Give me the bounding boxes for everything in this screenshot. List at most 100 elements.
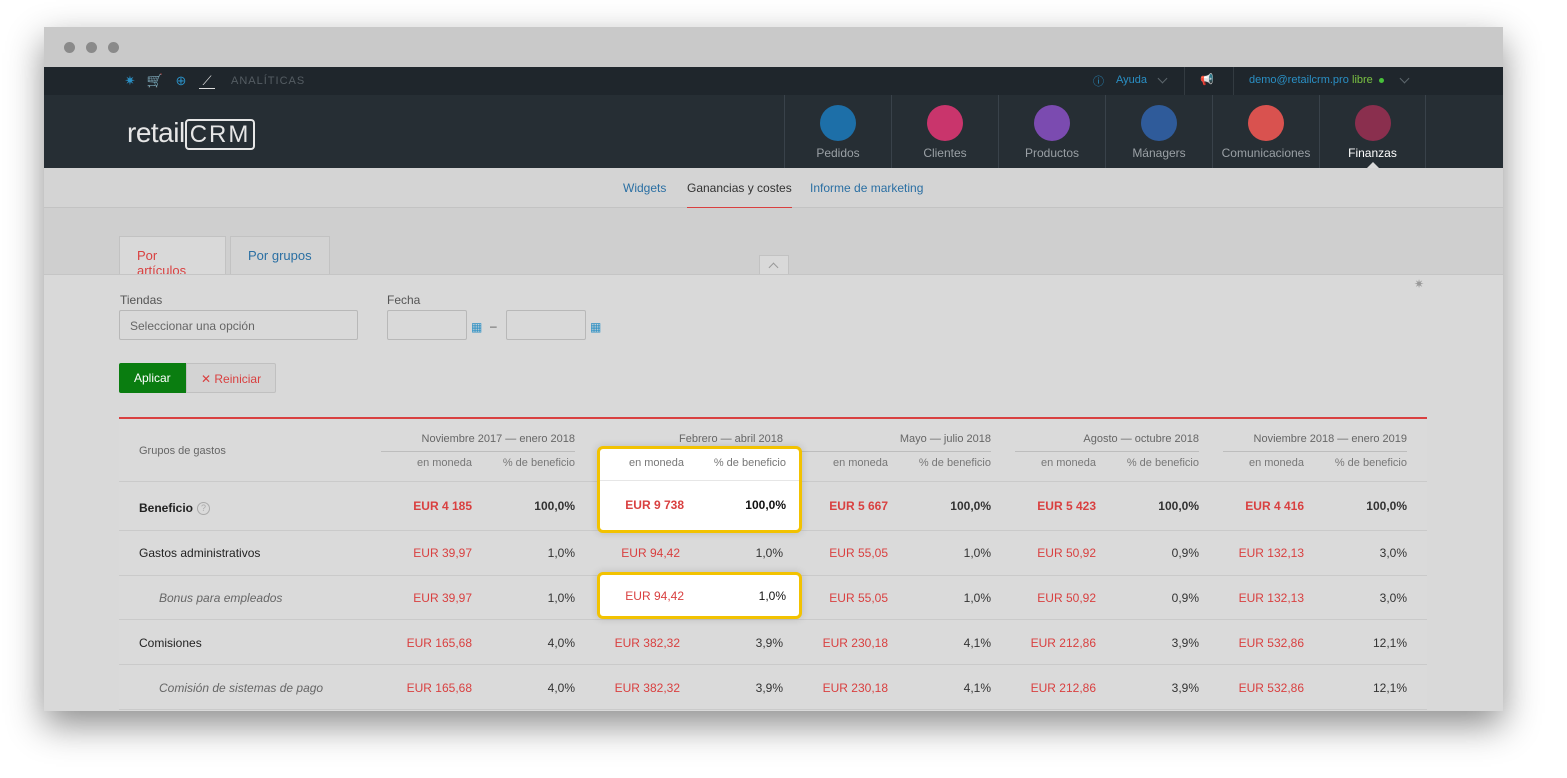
nav-finances[interactable]: Finanzas <box>1319 95 1426 168</box>
header-underline <box>381 451 575 452</box>
cell-money: EUR 382,32 <box>614 681 680 695</box>
calendar-icon[interactable]: ▦ <box>471 320 482 334</box>
period-header: Noviembre 2017 — enero 2018 <box>421 433 575 445</box>
chevron-down-icon[interactable] <box>1399 73 1410 84</box>
date-to-input[interactable] <box>506 310 586 340</box>
retailcrm-logo[interactable]: retail CRM <box>127 117 256 150</box>
analytics-icon[interactable]: ⟋ <box>199 73 215 89</box>
cell-percent: 12,1% <box>1372 636 1407 650</box>
gear-icon[interactable]: ✷ <box>122 73 138 89</box>
nav-label: Comunicaciones <box>1221 146 1311 160</box>
nav-label: Mánagers <box>1132 146 1186 160</box>
reset-button[interactable]: ✕ Reiniciar <box>186 363 277 393</box>
cell-money: EUR 532,86 <box>1238 636 1304 650</box>
tab-by-groups[interactable]: Por grupos <box>230 236 330 274</box>
help-link[interactable]: Ayuda <box>1116 74 1147 86</box>
tab-by-articles[interactable]: Por artículos <box>119 236 226 278</box>
cell-money: EUR 4 185 <box>413 499 472 513</box>
subheader-money: en moneda <box>1040 457 1096 469</box>
person-icon <box>927 105 963 141</box>
cell-percent: 100,0% <box>1366 499 1407 513</box>
gear-icon[interactable]: ✷ <box>1414 277 1424 291</box>
cell-money: EUR 382,32 <box>614 636 680 650</box>
chevron-down-icon[interactable] <box>1157 73 1168 84</box>
cell-money: EUR 50,92 <box>1037 591 1096 605</box>
divider <box>1233 67 1234 95</box>
plan-badge: libre <box>1352 74 1373 86</box>
row-name-text: Beneficio <box>139 501 194 515</box>
chat-icon <box>1248 105 1284 141</box>
subheader-percent: % de beneficio <box>502 457 575 469</box>
cell-money: EUR 50,92 <box>1037 546 1096 560</box>
date-from-input[interactable] <box>387 310 467 340</box>
subheader-money: en moneda <box>628 457 684 469</box>
help-icon[interactable]: ? <box>197 502 211 516</box>
nav-managers[interactable]: Mánagers <box>1105 95 1212 168</box>
calendar-icon[interactable]: ▦ <box>590 320 601 334</box>
apply-button[interactable]: Aplicar <box>119 363 186 393</box>
cell-percent: 100,0% <box>1158 499 1199 513</box>
cell-percent: 3,0% <box>1379 591 1407 605</box>
cell-percent: 12,1% <box>1372 681 1407 695</box>
cell-money: EUR 165,68 <box>406 681 472 695</box>
status-dot <box>1379 78 1384 83</box>
user-email[interactable]: demo@retailcrm.pro <box>1249 74 1349 86</box>
cell-money: EUR 94,42 <box>621 546 680 560</box>
main-header: retail CRM Pedidos Clientes Productos Mán… <box>44 95 1503 168</box>
cell-percent: 1,0% <box>755 546 783 560</box>
cell-percent: 1,0% <box>963 591 991 605</box>
cell-percent: 1,0% <box>547 591 575 605</box>
period-header: Noviembre 2018 — enero 2019 <box>1253 433 1407 445</box>
window-close-dot[interactable] <box>64 42 75 53</box>
subheader-percent: % de beneficio <box>918 457 991 469</box>
collapse-toggle[interactable] <box>759 255 789 275</box>
subheader-percent: % de beneficio <box>1334 457 1407 469</box>
manager-icon <box>1141 105 1177 141</box>
stores-select[interactable]: Seleccionar una opción <box>119 310 358 340</box>
cell-money: EUR 532,86 <box>1238 681 1304 695</box>
highlight-callout: en moneda % de beneficio EUR 9 738 100,0… <box>597 446 802 533</box>
cell-percent: 1,0% <box>963 546 991 560</box>
cell-percent: 4,0% <box>547 636 575 650</box>
section-label: ANALÍTICAS <box>231 75 306 87</box>
window-maximize-dot[interactable] <box>108 42 119 53</box>
divider <box>1184 67 1185 95</box>
cart-icon[interactable]: 🛒 <box>147 73 163 89</box>
top-utility-bar: ✷ 🛒 ⊕ ⟋ ANALÍTICAS ⓘ Ayuda 📢 demo@retail… <box>44 67 1503 95</box>
cell-money: EUR 5 667 <box>829 499 888 513</box>
window-titlebar <box>44 27 1503 67</box>
nav-products[interactable]: Productos <box>998 95 1105 168</box>
row-name: Gastos administrativos <box>139 546 261 560</box>
nav-communications[interactable]: Comunicaciones <box>1212 95 1319 168</box>
nav-label: Clientes <box>923 146 967 160</box>
cell-percent: 0,9% <box>1171 546 1199 560</box>
target-icon[interactable]: ⊕ <box>173 73 189 89</box>
tab-widgets[interactable]: Widgets <box>623 181 666 195</box>
date-label: Fecha <box>387 293 421 307</box>
cell-money: EUR 39,97 <box>413 546 472 560</box>
cell-percent: 3,9% <box>755 636 783 650</box>
cell-money: EUR 212,86 <box>1030 636 1096 650</box>
header-underline <box>1015 451 1199 452</box>
nav-label: Finanzas <box>1348 146 1397 160</box>
subheader-money: en moneda <box>416 457 472 469</box>
tab-marketing-report[interactable]: Informe de marketing <box>810 181 923 195</box>
help-icon[interactable]: ⓘ <box>1093 73 1104 89</box>
cell-money: EUR 230,18 <box>822 681 888 695</box>
box-icon <box>1034 105 1070 141</box>
cart-icon <box>820 105 856 141</box>
cell-percent: 100,0% <box>534 499 575 513</box>
cell-percent: 3,9% <box>1171 681 1199 695</box>
subheader-money: en moneda <box>1248 457 1304 469</box>
cell-percent: 4,0% <box>547 681 575 695</box>
row-divider <box>600 480 799 481</box>
column-header-groups: Grupos de gastos <box>139 445 226 457</box>
cell-percent: 0,9% <box>1171 591 1199 605</box>
nav-clients[interactable]: Clientes <box>891 95 998 168</box>
tab-profits-costs[interactable]: Ganancias y costes <box>687 181 792 208</box>
megaphone-icon[interactable]: 📢 <box>1200 73 1214 86</box>
subheader-percent: % de beneficio <box>1126 457 1199 469</box>
nav-orders[interactable]: Pedidos <box>784 95 891 168</box>
row-divider <box>119 664 1427 665</box>
window-minimize-dot[interactable] <box>86 42 97 53</box>
